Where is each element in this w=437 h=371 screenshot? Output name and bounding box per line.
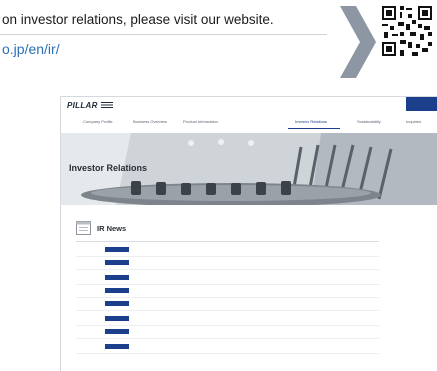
ir-news-category-badge: [105, 247, 129, 252]
main-nav: Company Profile Business Overview Produc…: [61, 115, 437, 129]
ir-news-row[interactable]: [76, 273, 379, 285]
ir-news-divider: [76, 241, 379, 242]
ir-news-category-badge: [105, 344, 129, 349]
nav-active-indicator: [288, 128, 340, 129]
ir-news-row[interactable]: [76, 314, 379, 326]
ir-news-row[interactable]: [76, 245, 379, 257]
site-header: PILLAR Company Profile Business Overview…: [61, 97, 437, 129]
logo-mark-icon: [101, 102, 113, 108]
promo-divider: [0, 34, 327, 35]
hero-banner: Investor Relations: [61, 133, 437, 205]
nav-item-investor-relations[interactable]: Investor Relations: [295, 119, 327, 124]
ir-news-row[interactable]: [76, 327, 379, 339]
nav-item-business-overview[interactable]: Business Overview: [133, 119, 167, 124]
nav-item-inquiries[interactable]: Inquiries: [406, 119, 421, 124]
promo-strip: on investor relations, please visit our …: [0, 0, 437, 86]
nav-item-company-profile[interactable]: Company Profile: [83, 119, 113, 124]
promo-caption: on investor relations, please visit our …: [2, 12, 274, 27]
ir-news-section: IR News: [61, 205, 437, 371]
company-logo[interactable]: PILLAR: [67, 101, 98, 110]
promo-url-link[interactable]: o.jp/en/ir/: [2, 41, 60, 57]
ir-news-row[interactable]: [76, 342, 379, 354]
nav-item-sustainability[interactable]: Sustainability: [357, 119, 381, 124]
hero-title: Investor Relations: [69, 163, 148, 173]
ir-news-title: IR News: [97, 224, 127, 233]
ir-news-category-badge: [105, 288, 129, 293]
chevron-right-icon: [340, 6, 376, 78]
ir-news-row[interactable]: [76, 299, 379, 311]
ir-news-category-badge: [105, 329, 129, 334]
ir-news-category-badge: [105, 316, 129, 321]
website-screenshot: PILLAR Company Profile Business Overview…: [60, 96, 437, 371]
document-icon: [76, 221, 91, 235]
ir-news-row[interactable]: [76, 286, 379, 298]
qr-code-icon[interactable]: [380, 4, 434, 58]
ir-news-category-badge: [105, 275, 129, 280]
nav-item-product-information[interactable]: Product Information: [183, 119, 218, 124]
ir-news-category-badge: [105, 260, 129, 265]
ir-news-category-badge: [105, 301, 129, 306]
language-switch[interactable]: [406, 97, 437, 111]
ir-news-row[interactable]: [76, 258, 379, 270]
